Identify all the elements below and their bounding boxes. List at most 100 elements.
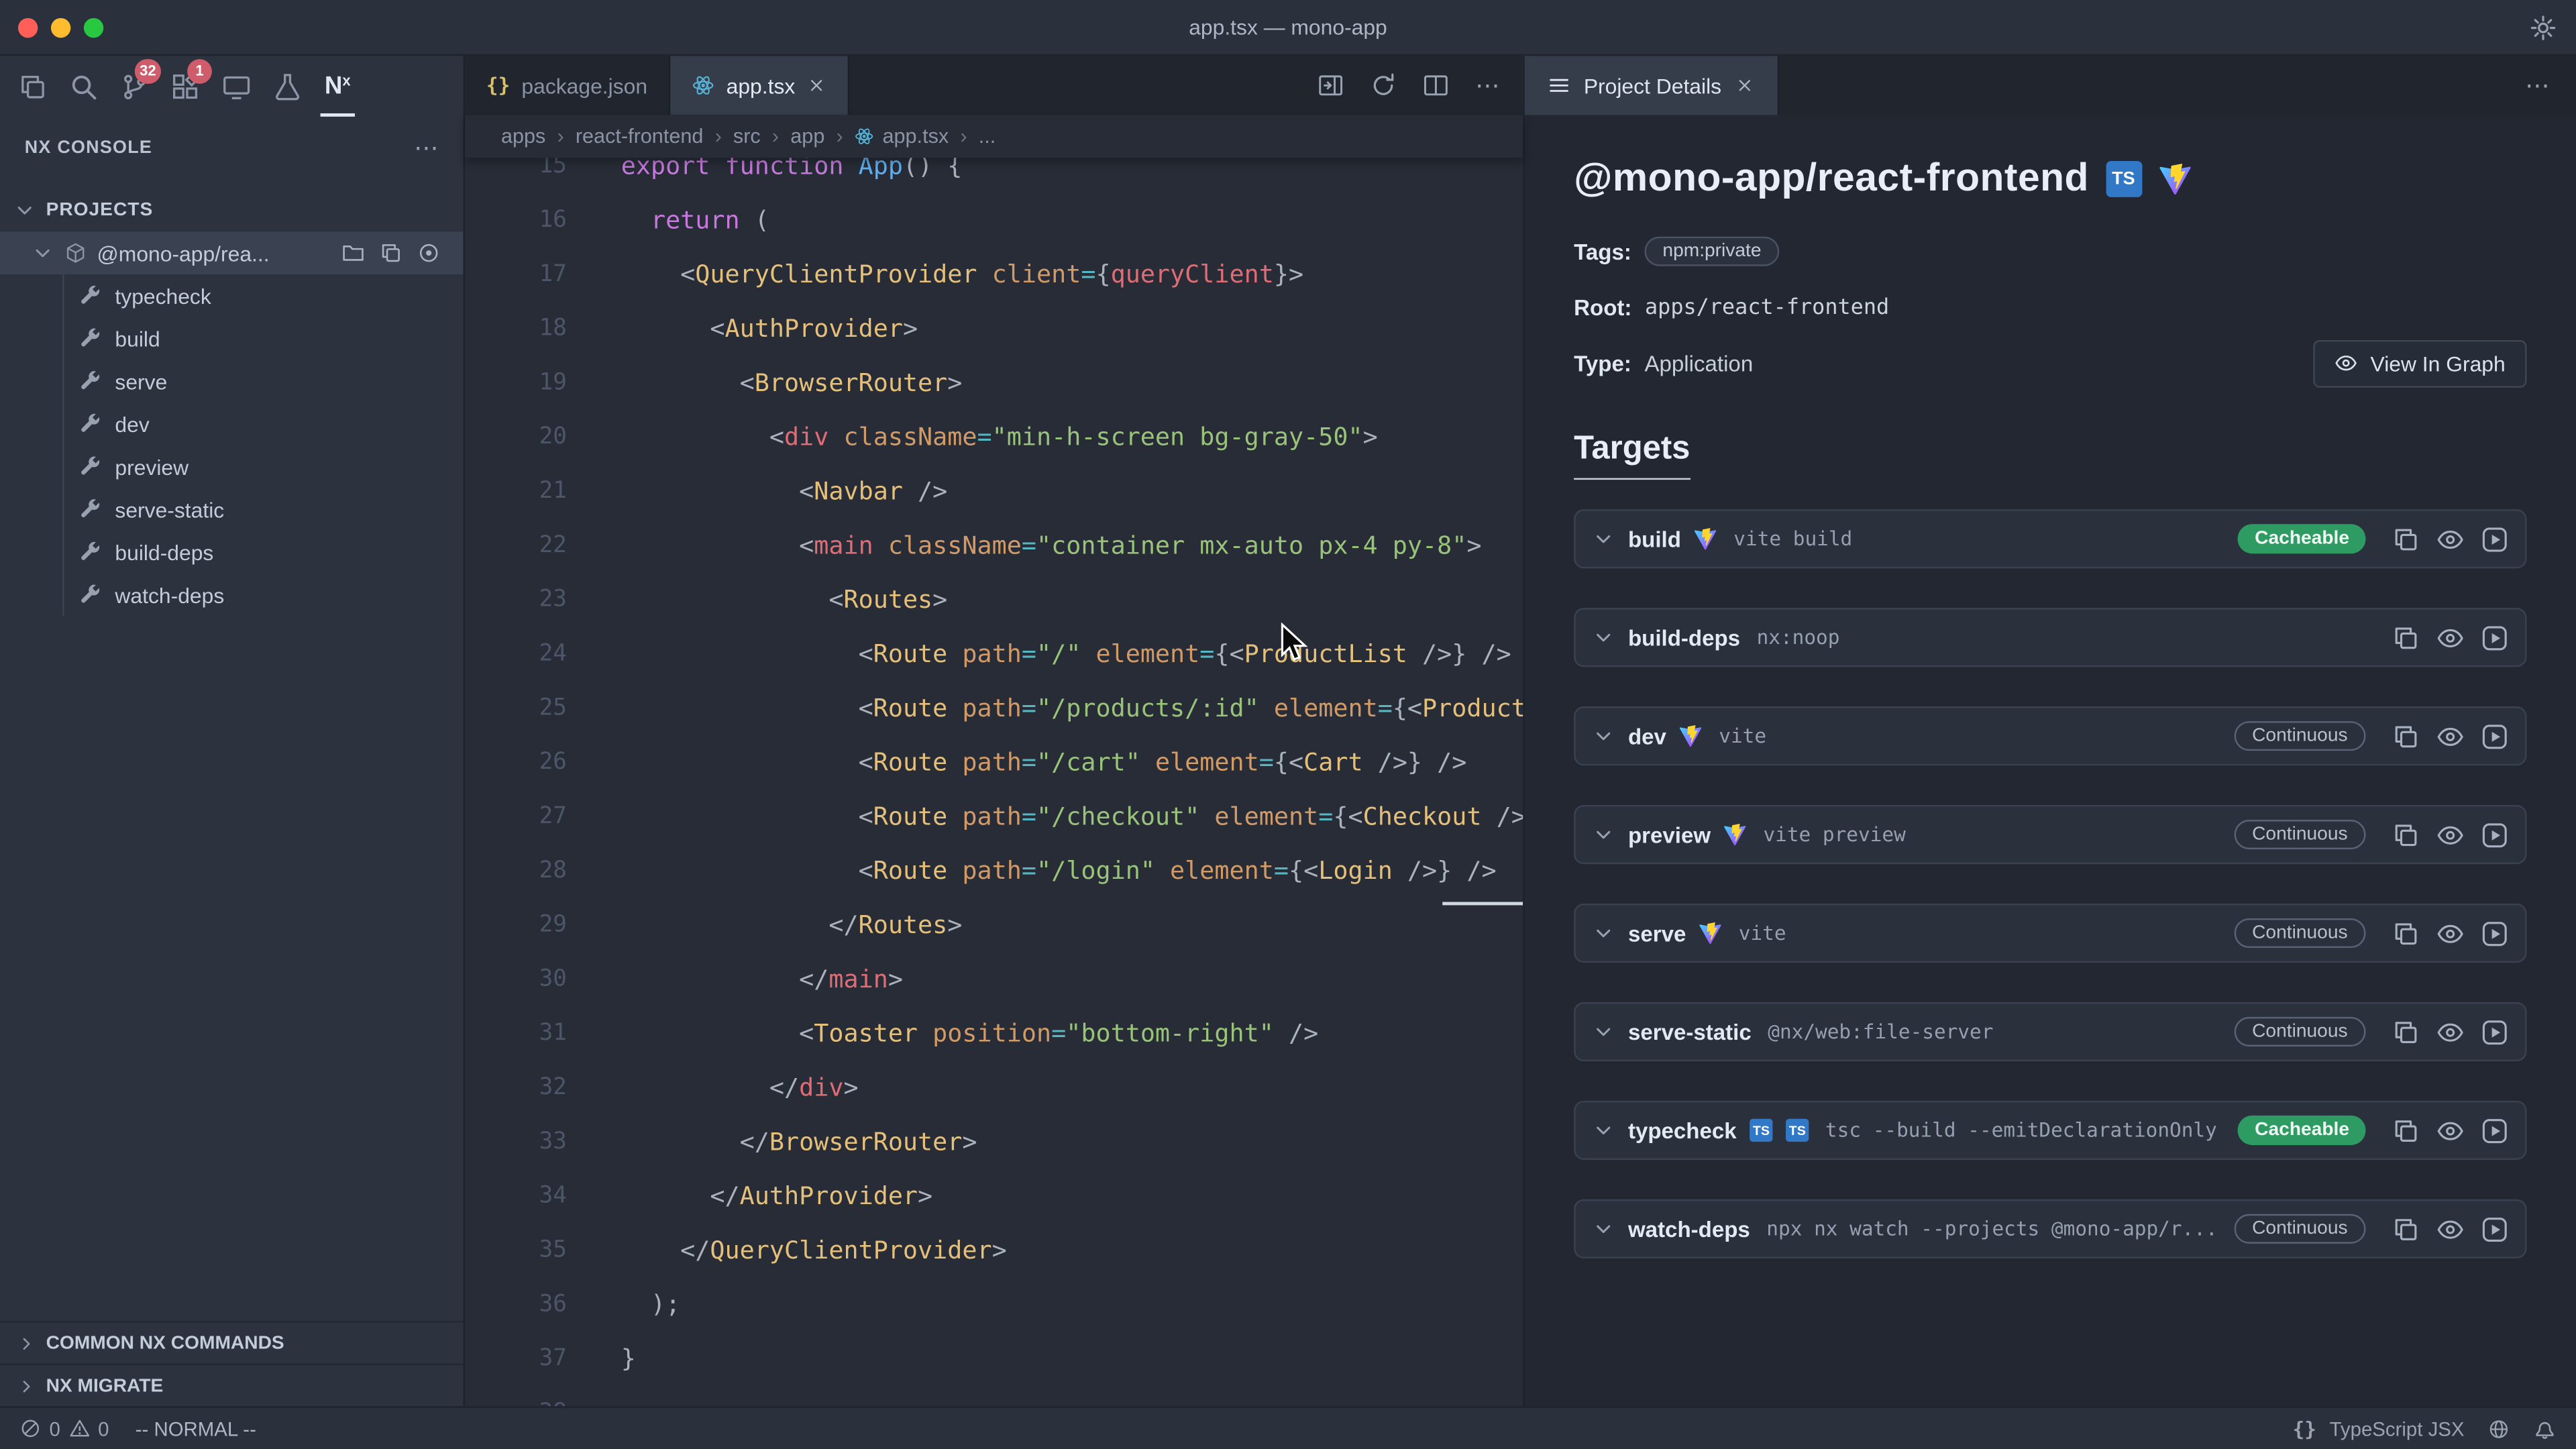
play-icon[interactable] xyxy=(2481,722,2509,750)
copy-icon[interactable] xyxy=(2392,820,2420,849)
target-card-serve[interactable]: serveviteContinuous xyxy=(1574,904,2526,963)
code-line-18[interactable]: 18 <AuthProvider> xyxy=(465,301,1523,355)
code-line-27[interactable]: 27 <Route path="/checkout" element={<Che… xyxy=(465,789,1523,843)
refresh-icon[interactable] xyxy=(1370,72,1396,99)
eye-icon[interactable] xyxy=(2436,919,2465,947)
sidebar-section-projects[interactable]: PROJECTS xyxy=(0,189,464,232)
sidebar-item-serve[interactable]: serve xyxy=(0,360,464,402)
code-line-31[interactable]: 31 <Toaster position="bottom-right" /> xyxy=(465,1006,1523,1060)
play-icon[interactable] xyxy=(2481,1116,2509,1144)
eye-icon[interactable] xyxy=(2436,623,2465,651)
section-common-nx-commands[interactable]: COMMON NX COMMANDS xyxy=(0,1321,464,1364)
language-indicator[interactable]: {} TypeScript JSX xyxy=(2293,1417,2465,1440)
close-window-button[interactable] xyxy=(18,17,38,37)
code-line-33[interactable]: 33 </BrowserRouter> xyxy=(465,1114,1523,1168)
breadcrumb-item[interactable]: apps xyxy=(501,125,545,148)
code-line-15[interactable]: 15export function App() { xyxy=(465,158,1523,192)
close-icon[interactable] xyxy=(806,76,826,95)
chevron-down-icon[interactable] xyxy=(1592,1218,1615,1240)
copy-icon[interactable] xyxy=(2392,919,2420,947)
eye-icon[interactable] xyxy=(2436,722,2465,750)
sidebar-item-dev[interactable]: dev xyxy=(0,402,464,445)
code-line-17[interactable]: 17 <QueryClientProvider client={queryCli… xyxy=(465,246,1523,301)
code-line-30[interactable]: 30 </main> xyxy=(465,951,1523,1006)
play-icon[interactable] xyxy=(2481,1018,2509,1046)
copy-icon[interactable] xyxy=(2392,1215,2420,1243)
browser-globe-icon[interactable] xyxy=(2487,1417,2510,1440)
code-line-37[interactable]: 37} xyxy=(465,1331,1523,1385)
code-editor[interactable]: 15export function App() {16 return (17 <… xyxy=(465,158,1523,1406)
problems-indicator[interactable]: 0 0 xyxy=(19,1417,109,1440)
chevron-down-icon[interactable] xyxy=(1592,1020,1615,1043)
nx-console-icon[interactable]: Nx xyxy=(312,56,363,115)
target-card-build[interactable]: buildvite buildCacheable xyxy=(1574,509,2526,568)
open-editor-icon[interactable] xyxy=(1318,72,1344,99)
eye-icon[interactable] xyxy=(2436,1116,2465,1144)
code-line-29[interactable]: 29 </Routes> xyxy=(465,897,1523,951)
more-actions-icon[interactable]: ⋯ xyxy=(1475,73,1500,98)
panel-more-icon[interactable]: ⋯ xyxy=(2525,73,2576,98)
notifications-bell-icon[interactable] xyxy=(2533,1417,2556,1440)
play-icon[interactable] xyxy=(2481,1215,2509,1243)
code-line-21[interactable]: 21 <Navbar /> xyxy=(465,464,1523,518)
code-line-35[interactable]: 35 </QueryClientProvider> xyxy=(465,1222,1523,1277)
play-icon[interactable] xyxy=(2481,919,2509,947)
files-icon[interactable] xyxy=(7,56,58,115)
code-line-28[interactable]: 28 <Route path="/login" element={<Login … xyxy=(465,843,1523,897)
beaker-icon[interactable] xyxy=(261,56,312,115)
copy-icon[interactable] xyxy=(2392,525,2420,553)
chevron-down-icon[interactable] xyxy=(1592,823,1615,846)
breadcrumb-item[interactable]: src xyxy=(733,125,761,148)
copy-icon[interactable] xyxy=(2392,722,2420,750)
play-icon[interactable] xyxy=(2481,820,2509,849)
target-card-watch-deps[interactable]: watch-depsnpx nx watch --projects @mono-… xyxy=(1574,1199,2526,1258)
sidebar-item-typecheck[interactable]: typecheck xyxy=(0,274,464,317)
chevron-down-icon[interactable] xyxy=(1592,626,1615,649)
code-line-16[interactable]: 16 return ( xyxy=(465,193,1523,247)
settings-gear-icon[interactable] xyxy=(2530,14,2556,40)
code-line-19[interactable]: 19 <BrowserRouter> xyxy=(465,355,1523,409)
source-control-icon[interactable]: 32 xyxy=(109,56,160,115)
zoom-window-button[interactable] xyxy=(84,17,103,37)
copy-icon[interactable] xyxy=(380,241,402,264)
code-line-24[interactable]: 24 <Route path="/" element={<ProductList… xyxy=(465,626,1523,680)
code-line-26[interactable]: 26 <Route path="/cart" element={<Cart />… xyxy=(465,735,1523,789)
tab-package-json[interactable]: {} package.json xyxy=(465,56,670,115)
tab-project-details[interactable]: Project Details xyxy=(1525,56,1779,115)
sidebar-item-watch-deps[interactable]: watch-deps xyxy=(0,574,464,616)
breadcrumb-item[interactable]: app.tsx xyxy=(855,125,949,148)
sidebar-item-serve-static[interactable]: serve-static xyxy=(0,488,464,531)
code-line-36[interactable]: 36 ); xyxy=(465,1277,1523,1331)
chevron-down-icon[interactable] xyxy=(1592,724,1615,747)
code-line-20[interactable]: 20 <div className="min-h-screen bg-gray-… xyxy=(465,409,1523,464)
code-line-32[interactable]: 32 </div> xyxy=(465,1060,1523,1114)
chevron-down-icon[interactable] xyxy=(1592,922,1615,945)
folder-icon[interactable] xyxy=(341,241,364,264)
target-card-preview[interactable]: previewvite previewContinuous xyxy=(1574,805,2526,864)
extensions-icon[interactable]: 1 xyxy=(160,56,211,115)
target-card-dev[interactable]: devviteContinuous xyxy=(1574,706,2526,765)
code-line-22[interactable]: 22 <main className="container mx-auto px… xyxy=(465,517,1523,572)
sidebar-item-preview[interactable]: preview xyxy=(0,445,464,488)
copy-icon[interactable] xyxy=(2392,623,2420,651)
play-icon[interactable] xyxy=(2481,623,2509,651)
copy-icon[interactable] xyxy=(2392,1116,2420,1144)
section-nx-migrate[interactable]: NX MIGRATE xyxy=(0,1364,464,1407)
split-editor-icon[interactable] xyxy=(1423,72,1449,99)
code-line-23[interactable]: 23 <Routes> xyxy=(465,572,1523,626)
copy-icon[interactable] xyxy=(2392,1018,2420,1046)
chevron-down-icon[interactable] xyxy=(1592,527,1615,550)
target-card-serve-static[interactable]: serve-static@nx/web:file-serverContinuou… xyxy=(1574,1002,2526,1061)
remote-window-icon[interactable] xyxy=(210,56,261,115)
sidebar-more-icon[interactable]: ⋯ xyxy=(414,136,439,160)
search-icon[interactable] xyxy=(58,56,109,115)
sidebar-item-build[interactable]: build xyxy=(0,317,464,360)
tab-app-tsx[interactable]: app.tsx xyxy=(670,56,849,115)
sidebar-item-project[interactable]: @mono-app/rea... xyxy=(0,231,464,274)
eye-icon[interactable] xyxy=(2436,525,2465,553)
eye-icon[interactable] xyxy=(2436,820,2465,849)
breadcrumb-item[interactable]: ... xyxy=(979,125,996,148)
chevron-down-icon[interactable] xyxy=(1592,1119,1615,1142)
code-line-38[interactable]: 38 xyxy=(465,1385,1523,1406)
close-icon[interactable] xyxy=(1735,76,1754,95)
